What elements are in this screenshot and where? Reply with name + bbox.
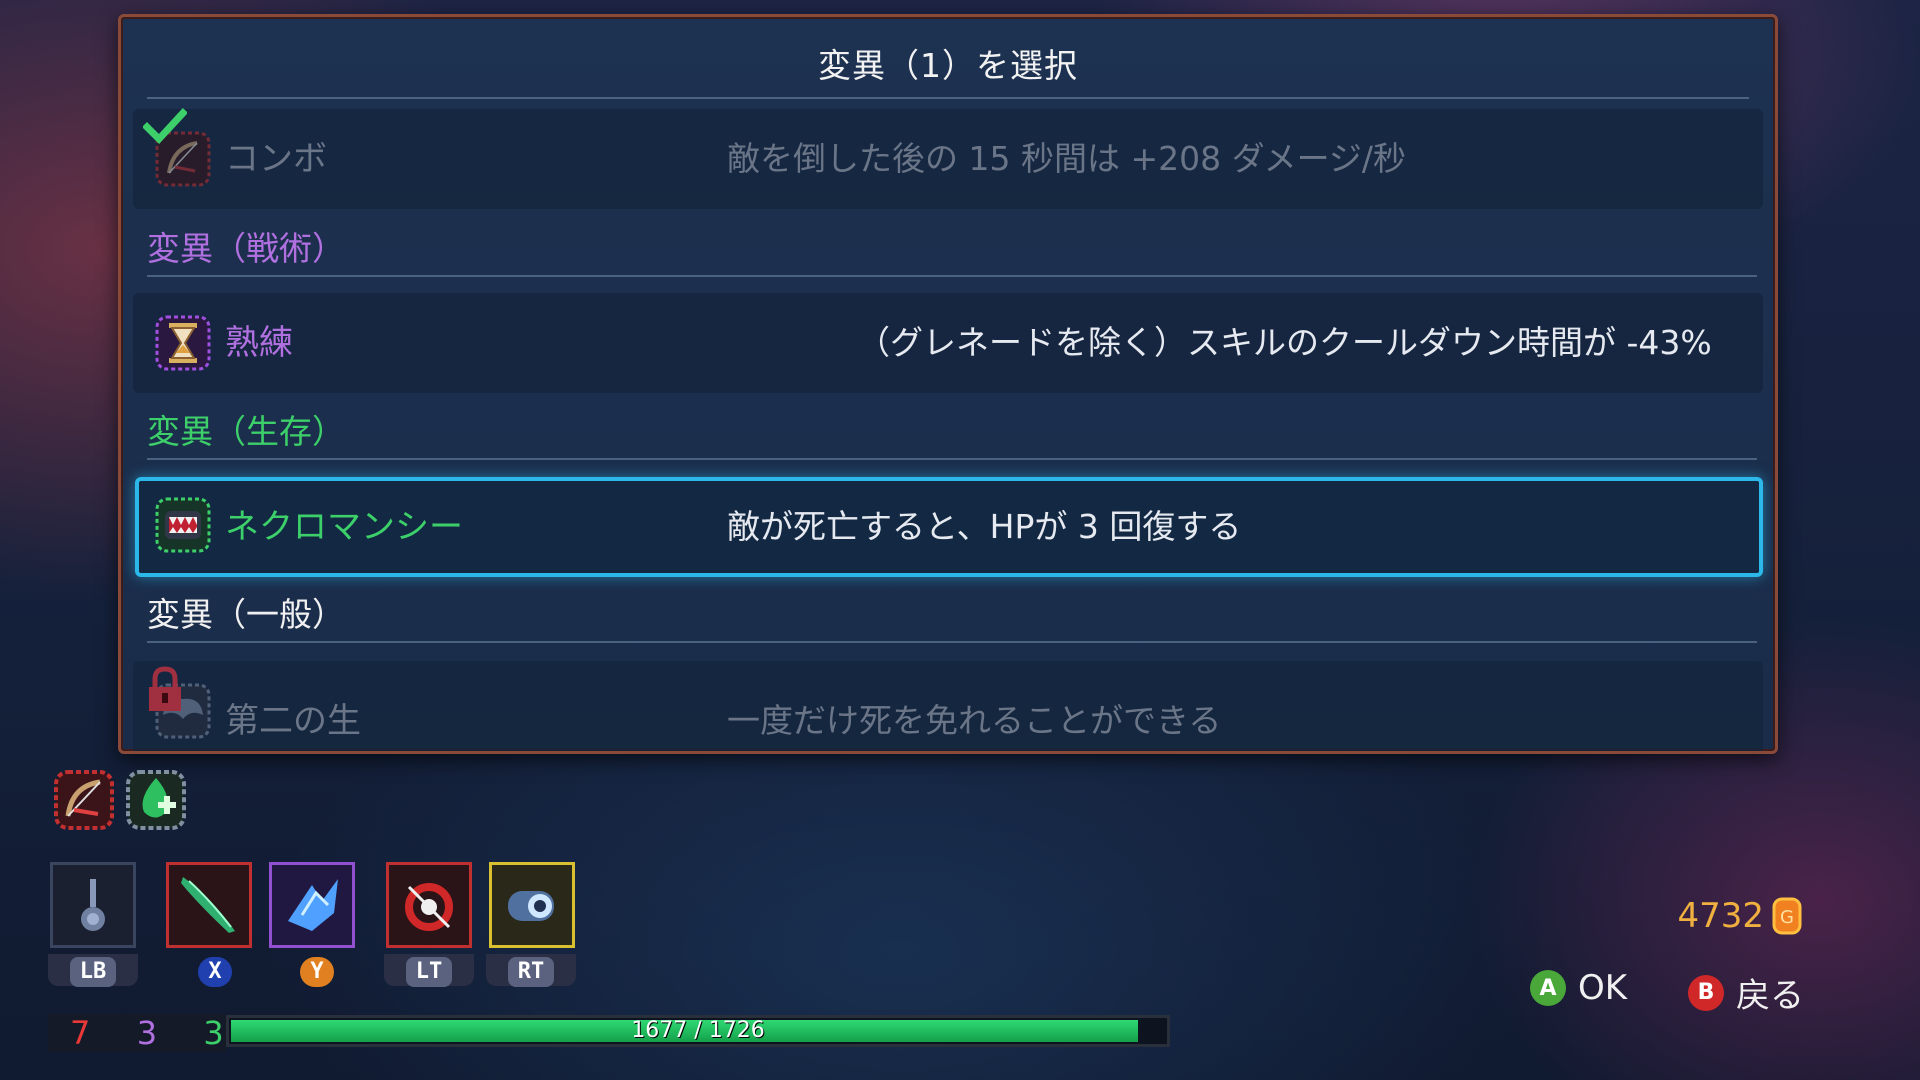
mutation-desc: 一度だけ死を免れることができる bbox=[727, 701, 1222, 740]
key-hint-x: X bbox=[170, 954, 260, 987]
mutation-desc: 敵を倒した後の 15 秒間は +208 ダメージ/秒 bbox=[727, 139, 1407, 178]
back-button-hint[interactable]: B 戻る bbox=[1688, 968, 1804, 1017]
health-text: 1677 / 1726 bbox=[631, 1018, 765, 1043]
combo-bow-icon bbox=[54, 770, 114, 830]
mutation-row-necromancy[interactable]: ネクロマンシー 敵が死亡すると、HPが 3 回復する bbox=[135, 477, 1763, 577]
b-button-icon: B bbox=[1688, 974, 1724, 1011]
panel-title: 変異（1）を選択 bbox=[818, 46, 1078, 85]
key-hint-lt: LT bbox=[384, 954, 474, 987]
gold-coin-icon: G bbox=[1772, 897, 1802, 935]
tactics-count: 3 bbox=[136, 1014, 158, 1052]
key-hint-rt: RT bbox=[486, 954, 576, 987]
survival-count: 3 bbox=[203, 1014, 224, 1052]
mutation-desc: （グレネードを除く）スキルのクールダウン時間が -43% bbox=[857, 323, 1712, 362]
mutation-name: 第二の生 bbox=[225, 701, 361, 741]
item-slot-blade[interactable] bbox=[166, 862, 252, 948]
mutation-row-mastery[interactable]: 熟練 （グレネードを除く）スキルのクールダウン時間が -43% bbox=[133, 293, 1763, 393]
item-slot-potion[interactable] bbox=[50, 862, 136, 948]
green-regen-icon bbox=[126, 770, 186, 830]
eye-orb-icon bbox=[508, 891, 554, 921]
section-tactics: 変異（戦術） bbox=[147, 229, 345, 268]
brutality-count: 7 bbox=[70, 1014, 91, 1052]
hourglass-icon bbox=[155, 315, 211, 371]
item-slot-eye[interactable] bbox=[489, 862, 575, 948]
divider bbox=[147, 641, 1757, 643]
ok-button-hint[interactable]: A OK bbox=[1530, 968, 1627, 1008]
key-hint-lb: LB bbox=[48, 954, 138, 987]
mutation-desc: 敵が死亡すると、HPが 3 回復する bbox=[727, 507, 1242, 546]
section-general: 変異（一般） bbox=[147, 595, 345, 634]
health-bar: 1677 / 1726 bbox=[226, 1015, 1170, 1047]
mutation-row-combo[interactable]: コンボ 敵を倒した後の 15 秒間は +208 ダメージ/秒 bbox=[133, 108, 1763, 209]
back-label: 戻る bbox=[1736, 976, 1804, 1016]
key-hint-y: Y bbox=[272, 954, 362, 987]
gold-counter: 4732 G bbox=[1677, 896, 1802, 936]
divider bbox=[147, 275, 1757, 277]
mutation-row-second-life[interactable]: 第二の生 一度だけ死を免れることができる bbox=[133, 661, 1763, 751]
mutation-name: 熟練 bbox=[225, 323, 293, 363]
fanged-mouth-icon bbox=[155, 497, 211, 553]
divider bbox=[147, 97, 1749, 99]
lock-icon bbox=[149, 666, 181, 711]
gold-amount: 4732 bbox=[1677, 896, 1764, 936]
mutation-name: ネクロマンシー bbox=[225, 507, 463, 547]
potion-flask-icon bbox=[81, 879, 105, 931]
item-slot-ice[interactable] bbox=[269, 862, 355, 948]
a-button-icon: A bbox=[1530, 970, 1566, 1006]
section-survival: 変異（生存） bbox=[147, 412, 345, 451]
svg-text:G: G bbox=[1780, 907, 1794, 928]
green-blade-icon bbox=[181, 877, 235, 933]
owned-check-icon bbox=[143, 108, 187, 145]
ice-shard-icon bbox=[288, 879, 338, 931]
crossbow-trap-icon bbox=[405, 883, 453, 931]
ok-label: OK bbox=[1578, 968, 1628, 1008]
item-slot-trap[interactable] bbox=[386, 862, 472, 948]
mutation-name: コンボ bbox=[225, 139, 327, 179]
mutation-select-panel: 変異（1）を選択 コンボ 敵を倒した後の 15 秒間は +208 ダメージ/秒 … bbox=[118, 14, 1778, 754]
scroll-stats: 7 3 3 bbox=[48, 1014, 226, 1052]
divider bbox=[147, 458, 1757, 460]
